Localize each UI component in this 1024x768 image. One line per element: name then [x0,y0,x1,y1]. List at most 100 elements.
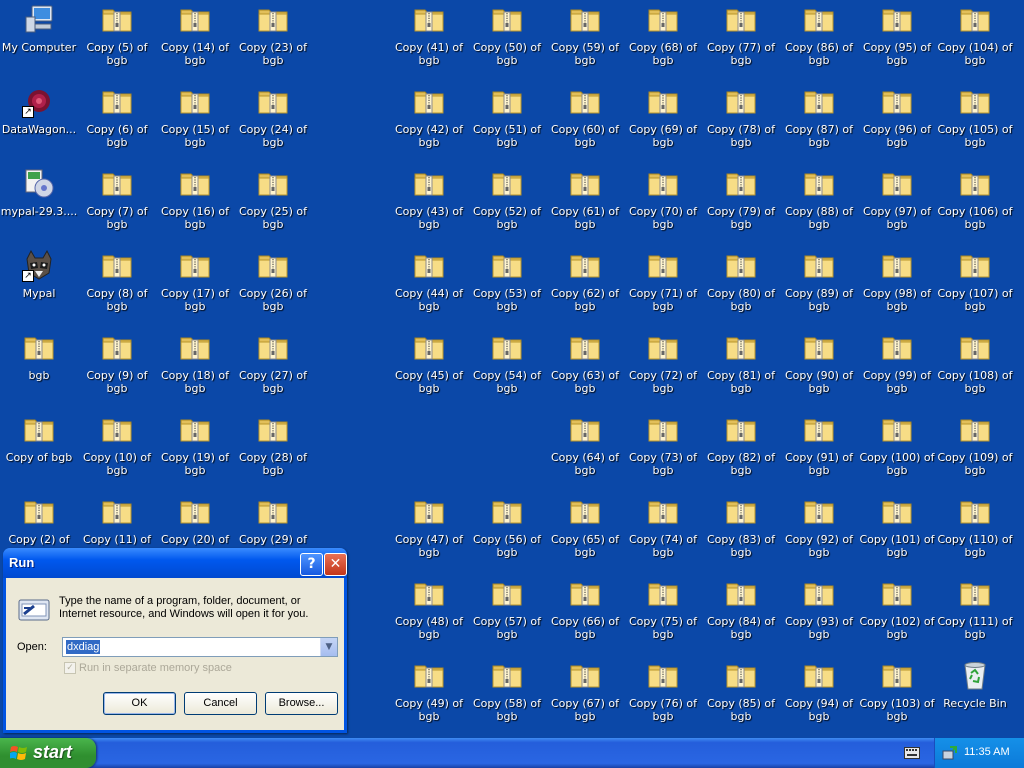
desktop-icon[interactable]: Copy (96) of bgb [858,82,936,164]
desktop-icon[interactable]: Copy (18) of bgb [156,328,234,410]
desktop-icon[interactable]: Copy (65) of bgb [546,492,624,574]
desktop-icon[interactable]: Copy (50) of bgb [468,0,546,82]
desktop-icon[interactable]: Copy (5) of bgb [78,0,156,82]
desktop-icon[interactable]: Copy (58) of bgb [468,656,546,738]
desktop-icon[interactable]: Copy (54) of bgb [468,328,546,410]
desktop-icon[interactable]: Copy (71) of bgb [624,246,702,328]
desktop-icon[interactable]: Copy (26) of bgb [234,246,312,328]
cancel-button[interactable]: Cancel [184,692,257,715]
open-combobox[interactable]: dxdiag ▼ [62,637,338,657]
desktop-icon[interactable]: Copy (90) of bgb [780,328,858,410]
desktop-icon[interactable]: Copy (48) of bgb [390,574,468,656]
desktop-icon[interactable]: Copy (15) of bgb [156,82,234,164]
desktop-icon[interactable]: Copy (19) of bgb [156,410,234,492]
desktop-icon[interactable]: Copy (16) of bgb [156,164,234,246]
desktop-icon[interactable]: Copy (57) of bgb [468,574,546,656]
desktop-icon[interactable]: Copy (41) of bgb [390,0,468,82]
desktop-icon[interactable]: Copy (17) of bgb [156,246,234,328]
desktop-icon[interactable]: Copy (72) of bgb [624,328,702,410]
desktop-icon[interactable]: Copy (75) of bgb [624,574,702,656]
desktop-icon[interactable]: Copy (103) of bgb [858,656,936,738]
clock[interactable]: 11:35 AM [964,746,1010,758]
browse-button[interactable]: Browse... [265,692,338,715]
desktop-icon[interactable]: Copy (68) of bgb [624,0,702,82]
desktop-icon[interactable]: Copy (105) of bgb [936,82,1014,164]
desktop-icon[interactable]: Copy (47) of bgb [390,492,468,574]
desktop-icon[interactable]: Copy (49) of bgb [390,656,468,738]
desktop-icon[interactable]: ↗ Mypal [0,246,78,328]
desktop-icon[interactable]: Copy (104) of bgb [936,0,1014,82]
safely-remove-hardware-icon[interactable] [942,745,958,761]
taskbar[interactable]: start 11:35 AM [0,738,1024,768]
desktop-icon[interactable]: Copy (95) of bgb [858,0,936,82]
desktop-icon[interactable]: bgb [0,328,78,410]
keyboard-icon[interactable] [904,747,920,759]
desktop-icon[interactable]: Copy (83) of bgb [702,492,780,574]
desktop-icon[interactable]: Copy (45) of bgb [390,328,468,410]
desktop-icon[interactable]: Copy (23) of bgb [234,0,312,82]
desktop-icon[interactable]: Copy (107) of bgb [936,246,1014,328]
desktop-icon[interactable]: Copy (42) of bgb [390,82,468,164]
desktop-icon[interactable]: Copy (52) of bgb [468,164,546,246]
desktop-icon[interactable]: Copy (110) of bgb [936,492,1014,574]
desktop-icon[interactable]: Copy (59) of bgb [546,0,624,82]
desktop-icon[interactable]: Copy (77) of bgb [702,0,780,82]
desktop-icon[interactable]: Copy (78) of bgb [702,82,780,164]
desktop-icon[interactable]: Copy (51) of bgb [468,82,546,164]
desktop-icon[interactable]: Copy (99) of bgb [858,328,936,410]
desktop-icon[interactable]: Copy (80) of bgb [702,246,780,328]
desktop-icon[interactable]: Copy (108) of bgb [936,328,1014,410]
desktop-icon[interactable]: Copy (61) of bgb [546,164,624,246]
desktop-icon[interactable]: Copy (24) of bgb [234,82,312,164]
ok-button[interactable]: OK [103,692,176,715]
desktop-icon[interactable]: Copy (25) of bgb [234,164,312,246]
desktop-icon[interactable]: Copy (74) of bgb [624,492,702,574]
desktop-icon[interactable]: Copy (69) of bgb [624,82,702,164]
desktop-icon[interactable]: Copy (67) of bgb [546,656,624,738]
desktop-icon[interactable]: Copy (97) of bgb [858,164,936,246]
desktop-icon[interactable]: Copy (98) of bgb [858,246,936,328]
desktop-icon[interactable]: Copy (14) of bgb [156,0,234,82]
desktop-icon[interactable]: Copy (84) of bgb [702,574,780,656]
desktop-icon[interactable]: Copy (53) of bgb [468,246,546,328]
desktop-icon[interactable]: Copy (76) of bgb [624,656,702,738]
desktop-icon[interactable]: Copy (92) of bgb [780,492,858,574]
help-button[interactable]: ? [300,553,323,576]
close-button[interactable]: ✕ [324,553,347,576]
run-dialog-titlebar[interactable]: Run ? ✕ [3,548,347,578]
desktop-icon[interactable]: Copy (109) of bgb [936,410,1014,492]
desktop-icon[interactable]: Copy (82) of bgb [702,410,780,492]
desktop-icon[interactable]: Copy (6) of bgb [78,82,156,164]
desktop-icon[interactable]: Copy (89) of bgb [780,246,858,328]
desktop-icon[interactable]: Copy (9) of bgb [78,328,156,410]
open-input[interactable]: dxdiag [66,640,101,654]
start-button[interactable]: start [0,738,96,768]
desktop-icon[interactable]: Copy (93) of bgb [780,574,858,656]
desktop-icon[interactable]: Copy (100) of bgb [858,410,936,492]
desktop-icon[interactable]: Copy (62) of bgb [546,246,624,328]
desktop-icon[interactable]: Copy (28) of bgb [234,410,312,492]
desktop-icon[interactable]: Copy (102) of bgb [858,574,936,656]
chevron-down-icon[interactable]: ▼ [320,638,337,656]
desktop-icon[interactable]: ↗ DataWagon... [0,82,78,164]
desktop-icon[interactable]: Copy (27) of bgb [234,328,312,410]
desktop-icon[interactable]: Copy (81) of bgb [702,328,780,410]
desktop-icon[interactable]: Copy (70) of bgb [624,164,702,246]
desktop-icon[interactable]: Copy (101) of bgb [858,492,936,574]
desktop-icon[interactable]: Copy (86) of bgb [780,0,858,82]
desktop-icon[interactable]: Copy (43) of bgb [390,164,468,246]
desktop-icon[interactable]: Copy (111) of bgb [936,574,1014,656]
desktop-icon[interactable]: Copy (66) of bgb [546,574,624,656]
desktop-icon[interactable]: Copy (7) of bgb [78,164,156,246]
desktop-icon[interactable]: Copy (64) of bgb [546,410,624,492]
desktop-icon[interactable]: Copy (8) of bgb [78,246,156,328]
desktop-icon[interactable]: Copy of bgb [0,410,78,492]
desktop-icon[interactable]: Copy (87) of bgb [780,82,858,164]
desktop-icon[interactable]: Recycle Bin [936,656,1014,738]
desktop-icon[interactable]: Copy (44) of bgb [390,246,468,328]
desktop-icon[interactable]: Copy (88) of bgb [780,164,858,246]
desktop-icon[interactable]: Copy (60) of bgb [546,82,624,164]
desktop-icon[interactable]: Copy (106) of bgb [936,164,1014,246]
desktop-icon[interactable]: My Computer [0,0,78,82]
desktop-icon[interactable]: Copy (56) of bgb [468,492,546,574]
